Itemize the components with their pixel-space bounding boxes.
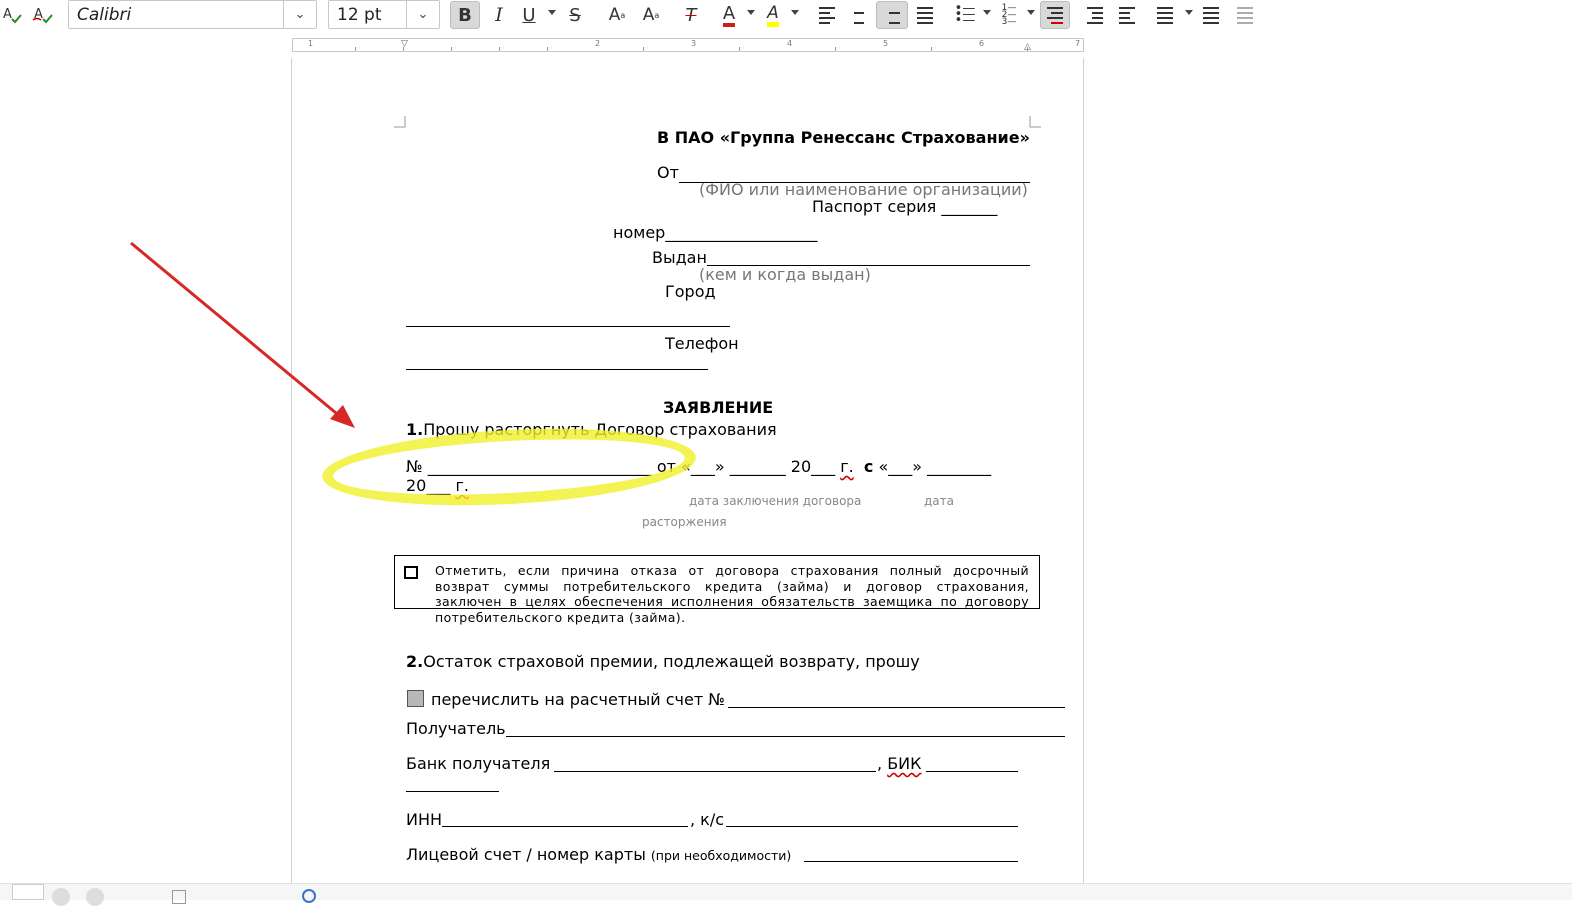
find-bar xyxy=(0,883,1572,906)
red-arrow-icon xyxy=(130,241,355,428)
match-case-checkbox[interactable] xyxy=(172,890,186,904)
find-next-icon[interactable] xyxy=(86,888,104,906)
find-replace-icon[interactable] xyxy=(302,889,316,903)
find-input[interactable] xyxy=(12,884,44,900)
find-prev-icon[interactable] xyxy=(52,888,70,906)
